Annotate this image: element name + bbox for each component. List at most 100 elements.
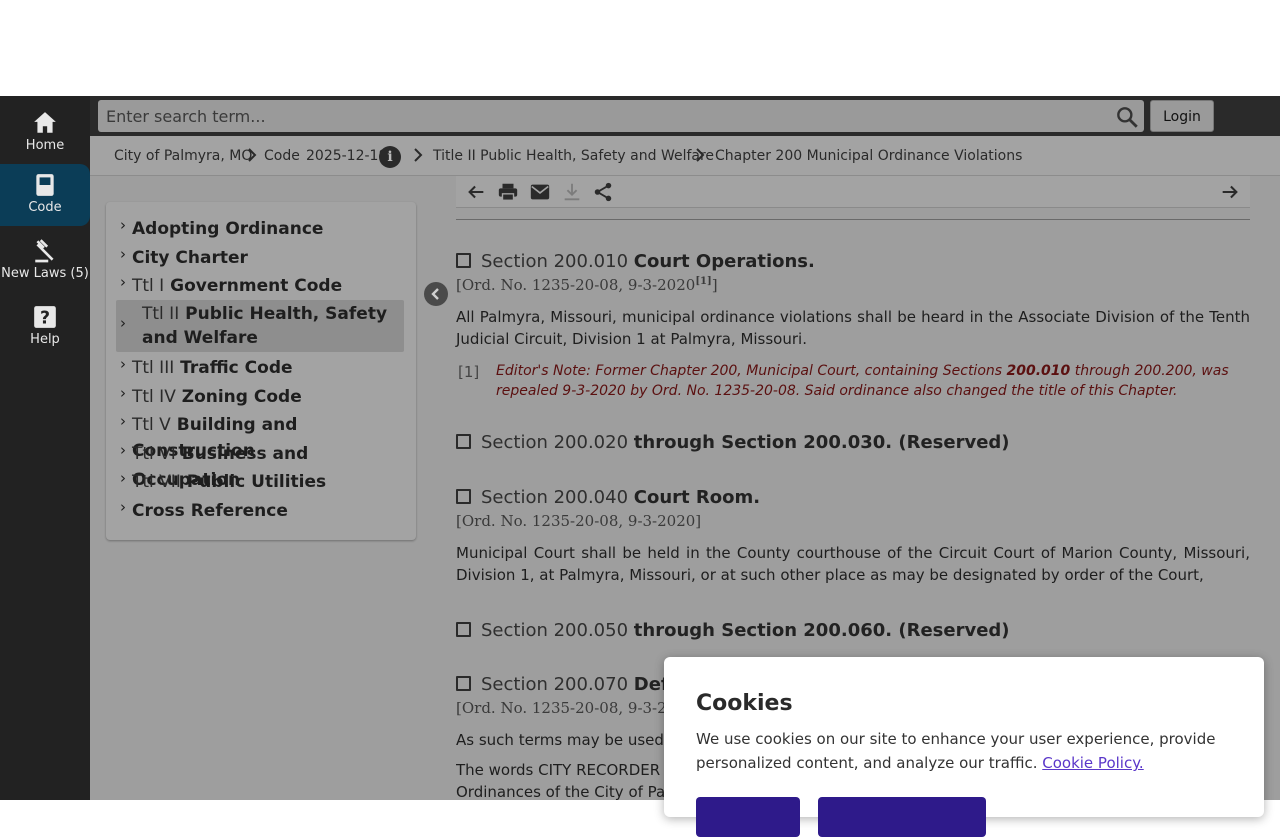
footnote-ref: [1] bbox=[458, 363, 480, 381]
toc-item-label: Government Code bbox=[170, 276, 343, 296]
section-name: Court Operations. bbox=[633, 251, 815, 272]
login-button[interactable]: Login bbox=[1150, 100, 1214, 132]
section-text: All Palmyra, Missouri, municipal ordinan… bbox=[456, 308, 1250, 348]
section-checkbox[interactable] bbox=[456, 253, 471, 268]
section-name: Court Room. bbox=[633, 487, 761, 508]
help-icon: ? bbox=[34, 306, 56, 329]
toc-item-label: Cross Reference bbox=[132, 501, 288, 521]
toc-item-label: Public Health, Safety and Welfare bbox=[142, 304, 388, 348]
chevron-right-icon: › bbox=[120, 355, 126, 373]
toc-item-label: Zoning Code bbox=[181, 387, 302, 407]
nav-help[interactable]: ? Help bbox=[0, 296, 90, 358]
history-text: [Ord. No. 1235-20-08, 9-3-2020 bbox=[456, 276, 696, 294]
chevron-right-icon bbox=[696, 148, 705, 162]
chevron-right-icon: › bbox=[120, 498, 126, 516]
new-laws-text: New Laws bbox=[1, 266, 67, 281]
divider bbox=[456, 219, 1250, 220]
breadcrumb-code[interactable]: Code bbox=[264, 148, 300, 164]
chevron-right-icon: › bbox=[120, 314, 126, 332]
chevron-left-icon bbox=[431, 288, 439, 300]
chevron-right-icon: › bbox=[120, 384, 126, 402]
toc-item-label: Traffic Code bbox=[180, 358, 293, 378]
search-icon[interactable] bbox=[1114, 104, 1140, 130]
section-200-050: Section 200.050 through Section 200.060.… bbox=[456, 620, 1250, 641]
toc-item-label: Adopting Ordinance bbox=[132, 219, 324, 239]
gavel-icon bbox=[35, 239, 54, 263]
section-title: Section 200.070 Defin bbox=[456, 674, 664, 695]
nav-code[interactable]: Code bbox=[0, 164, 90, 226]
breadcrumb-chapter[interactable]: Chapter 200 Municipal Ordinance Violatio… bbox=[715, 148, 1022, 164]
section-200-040: Section 200.040 Court Room. [Ord. No. 12… bbox=[456, 487, 1250, 586]
toc-item[interactable]: › Ttl IV Zoning Code bbox=[116, 384, 404, 410]
toc-item[interactable]: › City Charter bbox=[116, 245, 404, 271]
section-checkbox[interactable] bbox=[456, 676, 471, 691]
toc-item[interactable]: › Cross Reference bbox=[116, 498, 404, 524]
svg-text:?: ? bbox=[40, 309, 50, 329]
toc-item-prefix: Ttl VII bbox=[132, 472, 181, 492]
nav-new-laws[interactable]: New Laws (5) bbox=[0, 230, 90, 292]
footnote-link[interactable]: [1] bbox=[695, 276, 711, 287]
left-nav: Home Code New Laws (5) ? Help bbox=[0, 96, 90, 800]
section-number: Section 200.040 bbox=[481, 487, 629, 508]
nav-code-label: Code bbox=[28, 200, 62, 215]
print-icon[interactable] bbox=[497, 181, 519, 203]
nav-home[interactable]: Home bbox=[0, 102, 90, 164]
toc-item-prefix: Ttl I bbox=[132, 276, 165, 296]
new-laws-count: (5) bbox=[70, 266, 89, 281]
section-name: Defin bbox=[633, 674, 664, 695]
note-text: Editor's Note: Former Chapter 200, Munic… bbox=[496, 363, 1007, 379]
chevron-right-icon bbox=[414, 148, 423, 162]
collapse-toc-button[interactable] bbox=[424, 282, 448, 306]
section-checkbox[interactable] bbox=[456, 434, 471, 449]
share-icon[interactable] bbox=[592, 181, 614, 203]
table-of-contents: › Adopting Ordinance › City Charter › Ttl I… bbox=[106, 202, 416, 540]
section-text: The words CITY RECORDER bbox=[456, 761, 661, 779]
section-number: Section 200.020 bbox=[481, 432, 629, 453]
section-200-010: Section 200.010 Court Operations. [Ord. … bbox=[456, 251, 1250, 350]
chevron-right-icon: › bbox=[120, 245, 126, 263]
breadcrumb: City of Palmyra, MO Code 2025-12-18 Titl… bbox=[90, 136, 1280, 176]
toc-item[interactable]: › Adopting Ordinance bbox=[116, 216, 404, 242]
toc-item-prefix: Ttl III bbox=[132, 358, 175, 378]
section-name: through Section 200.060. (Reserved) bbox=[633, 620, 1010, 641]
section-title: Section 200.040 Court Room. bbox=[456, 487, 1250, 508]
nav-home-label: Home bbox=[25, 138, 65, 153]
toc-item-selected[interactable]: › Ttl II Public Health, Safety and Welfar… bbox=[116, 300, 404, 352]
section-number: Section 200.070 bbox=[481, 674, 629, 695]
chevron-right-icon bbox=[248, 148, 257, 162]
section-checkbox[interactable] bbox=[456, 622, 471, 637]
breadcrumb-title[interactable]: Title II Public Health, Safety and Welfa… bbox=[433, 148, 714, 164]
cookie-accept-button[interactable] bbox=[696, 797, 800, 837]
section-title: Section 200.020 through Section 200.030.… bbox=[456, 432, 1250, 453]
email-icon[interactable] bbox=[529, 181, 551, 203]
toc-item[interactable]: › Ttl VII Public Utilities bbox=[116, 469, 404, 495]
top-blank-area bbox=[0, 0, 1280, 96]
breadcrumb-date: 2025-12-18 bbox=[306, 148, 388, 164]
chevron-right-icon: › bbox=[120, 273, 126, 291]
note-link[interactable]: 200.010 bbox=[1007, 363, 1071, 379]
chevron-right-icon: › bbox=[120, 441, 126, 459]
section-200-020: Section 200.020 through Section 200.030.… bbox=[456, 432, 1250, 453]
history-end: ] bbox=[711, 276, 718, 294]
download-icon[interactable] bbox=[561, 181, 583, 203]
cookie-settings-button[interactable] bbox=[818, 797, 986, 837]
section-title: Section 200.050 through Section 200.060.… bbox=[456, 620, 1250, 641]
search-input[interactable] bbox=[98, 100, 1144, 132]
chevron-right-icon: › bbox=[120, 469, 126, 487]
info-icon[interactable]: i bbox=[379, 146, 401, 168]
arrow-left-icon[interactable] bbox=[465, 181, 487, 203]
section-200-070: Section 200.070 Defin [Ord. No. 1235-20-… bbox=[456, 674, 664, 803]
arrow-right-icon[interactable] bbox=[1219, 181, 1241, 203]
section-history: [Ord. No. 1235-20-08, 9-3-202 bbox=[456, 699, 664, 717]
toc-item[interactable]: › Ttl III Traffic Code bbox=[116, 355, 404, 381]
cookie-policy-link[interactable]: Cookie Policy. bbox=[1042, 754, 1143, 772]
toc-item[interactable]: › Ttl I Government Code bbox=[116, 273, 404, 299]
breadcrumb-city[interactable]: City of Palmyra, MO bbox=[114, 148, 252, 164]
toc-item-prefix: Ttl IV bbox=[132, 387, 176, 407]
section-text: Municipal Court shall be held in the Cou… bbox=[456, 544, 1250, 584]
toc-item-prefix: Ttl VI bbox=[132, 444, 176, 464]
toc-item-label: Public Utilities bbox=[186, 472, 327, 492]
section-history: [Ord. No. 1235-20-08, 9-3-2020[1]] bbox=[456, 276, 1250, 294]
toc-item-label: City Charter bbox=[132, 248, 248, 268]
section-checkbox[interactable] bbox=[456, 489, 471, 504]
